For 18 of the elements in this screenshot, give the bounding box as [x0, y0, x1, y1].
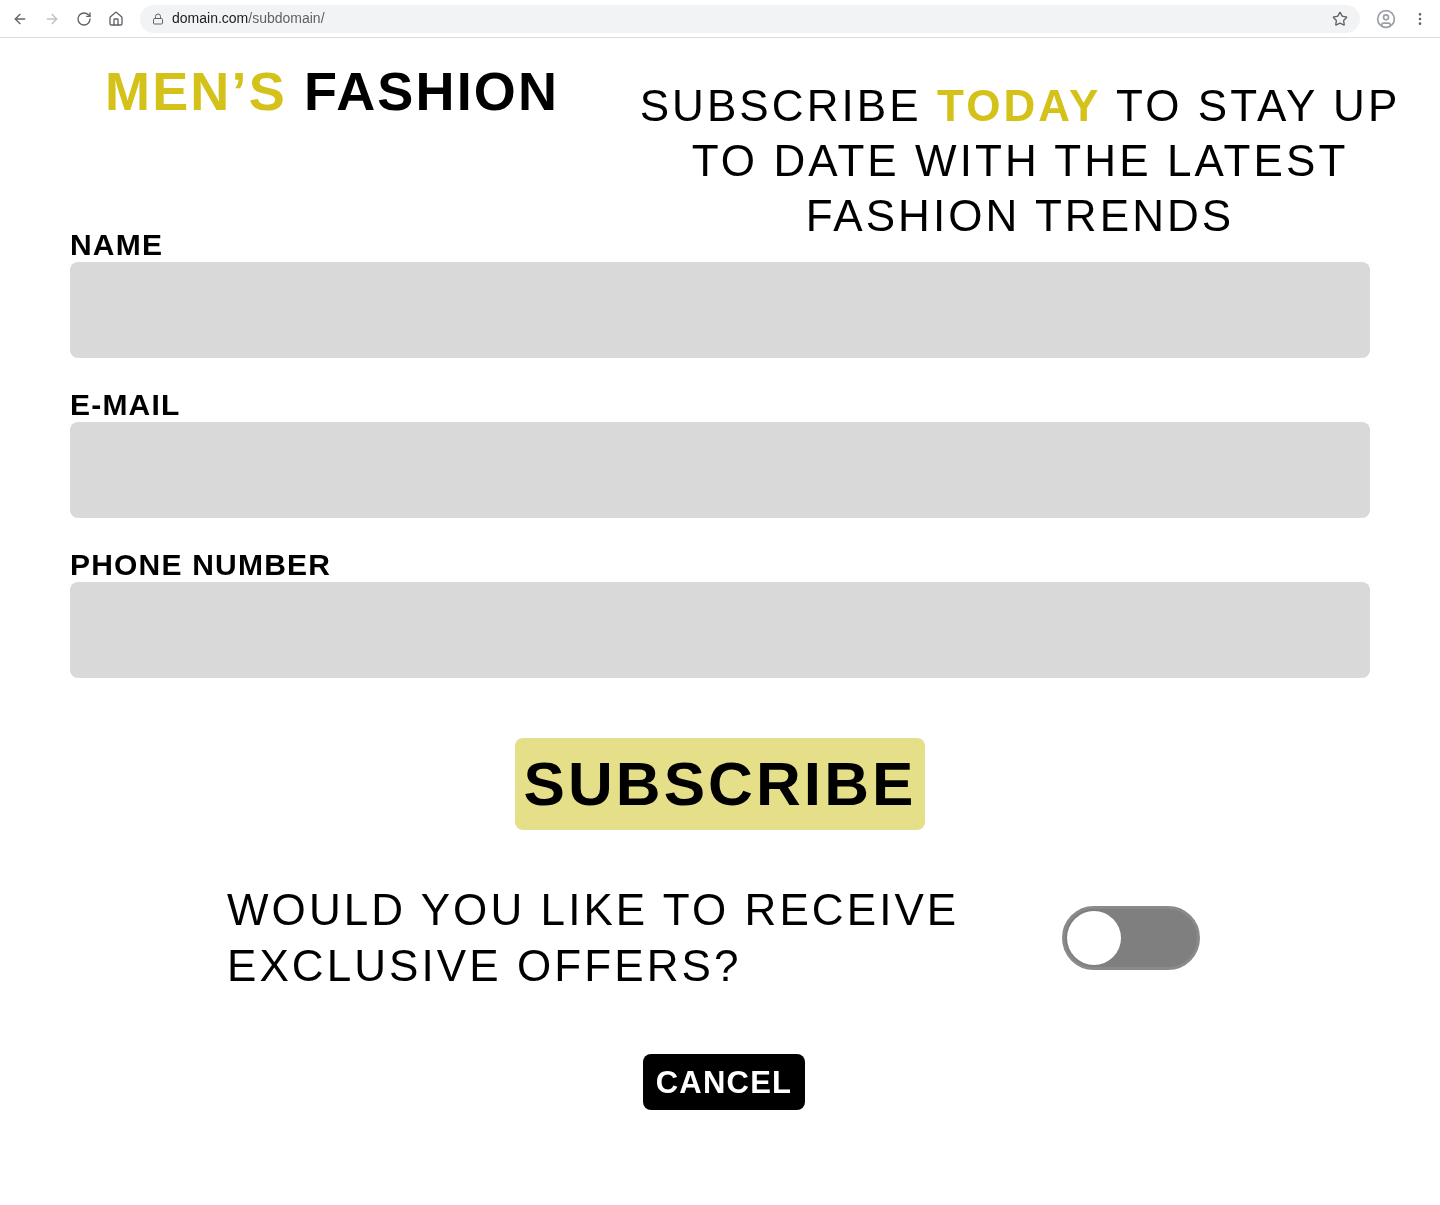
field-label: E-MAIL — [70, 390, 181, 420]
reload-icon[interactable] — [76, 10, 92, 27]
input-field[interactable] — [70, 582, 1370, 678]
bookmark-star-icon[interactable] — [1332, 10, 1348, 27]
subscribe-button[interactable]: SUBSCRIBE — [515, 738, 925, 830]
offers-question: WOULD YOU LIKE TO RECEIVE EXCLUSIVE OFFERS? — [227, 884, 961, 992]
home-icon[interactable] — [108, 10, 124, 27]
address-bar[interactable]: domain.com/subdomain/ — [140, 4, 1360, 33]
input-field[interactable] — [70, 422, 1370, 518]
url-text: domain.com/subdomain/ — [172, 9, 325, 28]
field-label: PHONE NUMBER — [70, 550, 332, 580]
field-label: NAME — [70, 230, 164, 260]
profile-icon[interactable] — [1376, 8, 1396, 29]
cancel-button[interactable]: CANCEL — [643, 1054, 805, 1110]
page-title: MEN’S FASHION — [105, 64, 560, 118]
subscribe-tagline: SUBSCRIBE TODAY TO STAY UP TO DATE WITH THE LATEST FASHION TRENDS — [638, 80, 1402, 242]
input-field[interactable] — [70, 262, 1370, 358]
lock-icon — [152, 12, 164, 25]
